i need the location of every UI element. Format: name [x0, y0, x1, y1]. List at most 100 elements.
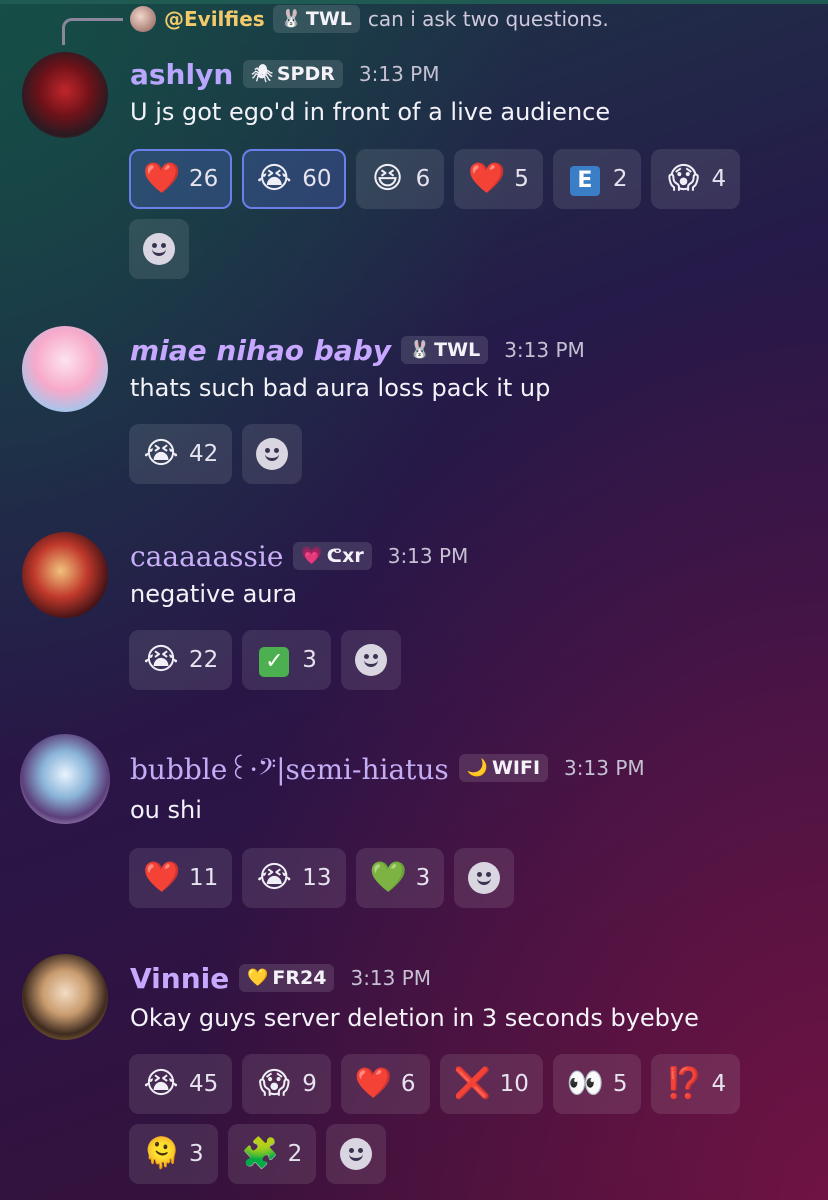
- server-tag[interactable]: 💗 ᕦxr: [293, 542, 372, 570]
- reaction-red-heart-2[interactable]: ❤️ 5: [454, 149, 543, 209]
- add-reaction-button[interactable]: [340, 630, 401, 690]
- add-reaction-button[interactable]: [242, 424, 303, 484]
- add-reaction-button[interactable]: [129, 219, 189, 279]
- letter-e-wrapper: E: [567, 163, 603, 196]
- add-reaction-icon: [256, 438, 289, 470]
- reaction-count: 9: [302, 1071, 317, 1097]
- loudly-crying-face-icon: 😭: [256, 860, 292, 895]
- reaction-count: 26: [189, 166, 219, 192]
- reaction-count: 22: [189, 647, 219, 673]
- screaming-face-icon: 😱: [667, 161, 700, 196]
- message-header: Vinnie 💛 FR24 3:13 PM: [130, 958, 431, 998]
- reaction-interrobang[interactable]: ⁉️ 4: [651, 1054, 741, 1114]
- server-tag[interactable]: 🐰 TWL: [400, 336, 489, 364]
- red-heart-icon: ❤️: [468, 161, 506, 196]
- reaction-screaming[interactable]: 😱 9: [242, 1054, 331, 1114]
- reaction-screaming[interactable]: 😱 4: [651, 149, 741, 209]
- green-heart-icon: 💚: [369, 860, 407, 895]
- bunny-icon: 🐰: [408, 340, 431, 360]
- reaction-loudly-crying[interactable]: 😭 13: [242, 848, 346, 908]
- reaction-loudly-crying[interactable]: 😭 60: [242, 149, 346, 209]
- add-reaction-icon: [340, 1138, 373, 1170]
- custom-image-emoji-icon: 🧩: [241, 1136, 279, 1171]
- add-reaction-icon: [468, 862, 501, 894]
- avatar[interactable]: [22, 52, 108, 138]
- server-tag[interactable]: 💛 FR24: [239, 964, 335, 992]
- username[interactable]: caaaaassie: [130, 540, 283, 573]
- username[interactable]: miae nihao baby: [130, 334, 391, 367]
- timestamp: 3:13 PM: [358, 62, 440, 86]
- message-text: ou shi: [130, 796, 202, 824]
- reply-text: can i ask two questions.: [367, 7, 609, 31]
- reply-username[interactable]: @Evilfies: [164, 7, 265, 31]
- channel-top-edge: [0, 0, 828, 4]
- reaction-count: 42: [189, 441, 219, 467]
- reaction-count: 3: [302, 647, 317, 673]
- username[interactable]: ashlyn: [130, 58, 233, 91]
- message-header: miae nihao baby 🐰 TWL 3:13 PM: [130, 330, 585, 370]
- reaction-melting-face[interactable]: 🫠 3: [129, 1124, 218, 1184]
- timestamp: 3:13 PM: [504, 338, 585, 362]
- add-reaction-button[interactable]: [454, 848, 515, 908]
- reaction-green-heart[interactable]: 💚 3: [355, 848, 445, 908]
- reaction-count: 3: [189, 1141, 204, 1167]
- username[interactable]: Vinnie: [130, 962, 229, 995]
- username[interactable]: bubble꒰·𝄢|semi-hiatus: [130, 749, 449, 787]
- reaction-red-heart[interactable]: ❤️ 11: [129, 848, 233, 908]
- add-reaction-button[interactable]: [326, 1124, 387, 1184]
- yellow-heart-icon: 💛: [247, 968, 269, 988]
- timestamp: 3:13 PM: [387, 544, 469, 568]
- reaction-red-heart[interactable]: ❤️ 6: [340, 1054, 430, 1114]
- tag-label: ᕦxr: [326, 545, 364, 567]
- reaction-count: 4: [711, 1071, 727, 1097]
- reaction-cross-mark[interactable]: ❌ 10: [439, 1054, 543, 1114]
- screaming-face-icon: 😱: [258, 1066, 290, 1101]
- red-heart-icon: ❤️: [143, 860, 181, 895]
- reaction-count: 10: [499, 1071, 529, 1097]
- cross-mark-icon: ❌: [453, 1066, 491, 1101]
- timestamp: 3:13 PM: [350, 966, 432, 990]
- reaction-letter-e[interactable]: E2: [552, 149, 642, 209]
- reaction-count: 6: [415, 166, 431, 192]
- avatar[interactable]: [22, 326, 108, 412]
- reaction-eyes[interactable]: 👀 5: [552, 1054, 642, 1114]
- reaction-grinning-squinting[interactable]: 😆 6: [355, 149, 445, 209]
- reply-server-tag: 🐰 TWL: [272, 5, 360, 33]
- reaction-bar: 😭 42: [129, 424, 809, 484]
- reaction-count: 60: [302, 166, 332, 192]
- reaction-loudly-crying[interactable]: 😭 45: [129, 1054, 233, 1114]
- reaction-count: 13: [302, 865, 332, 891]
- reaction-loudly-crying[interactable]: 😭 42: [129, 424, 233, 484]
- eyes-icon: 👀: [566, 1066, 605, 1101]
- reaction-red-heart[interactable]: ❤️ 26: [129, 149, 233, 209]
- spider-icon: 🕷: [251, 64, 273, 84]
- reaction-count: 2: [612, 166, 628, 192]
- avatar[interactable]: [22, 954, 108, 1040]
- message-text: U js got ego'd in front of a live audien…: [130, 98, 611, 126]
- reaction-loudly-crying[interactable]: 😭 22: [129, 630, 233, 690]
- reply-preview[interactable]: @Evilfies 🐰 TWL can i ask two questions.: [130, 5, 609, 33]
- bunny-icon: 🐰: [280, 9, 302, 29]
- reaction-check-mark[interactable]: ✓ 3: [242, 630, 331, 690]
- reply-avatar: [130, 6, 156, 32]
- grinning-squinting-face-icon: 😆: [371, 161, 404, 196]
- red-heart-icon: ❤️: [143, 161, 181, 196]
- loudly-crying-face-icon: 😭: [143, 642, 179, 677]
- tag-label: SPDR: [276, 63, 335, 85]
- server-tag[interactable]: 🕷 SPDR: [243, 60, 343, 88]
- check-wrapper: ✓: [256, 644, 292, 677]
- melting-face-icon: 🫠: [143, 1136, 181, 1171]
- avatar[interactable]: [22, 532, 108, 618]
- loudly-crying-face-icon: 😭: [143, 436, 179, 471]
- tag-label: FR24: [272, 967, 327, 989]
- avatar[interactable]: [20, 734, 110, 824]
- reaction-count: 11: [189, 865, 219, 891]
- server-tag[interactable]: 🌙 WIFI: [458, 754, 549, 782]
- reaction-custom-image[interactable]: 🧩 2: [227, 1124, 317, 1184]
- message-header: caaaaassie 💗 ᕦxr 3:13 PM: [130, 536, 468, 576]
- reaction-count: 5: [514, 166, 529, 192]
- red-heart-icon: ❤️: [354, 1066, 393, 1101]
- tag-label: TWL: [434, 339, 481, 361]
- reaction-count: 4: [711, 166, 727, 192]
- message-text: negative aura: [130, 580, 298, 608]
